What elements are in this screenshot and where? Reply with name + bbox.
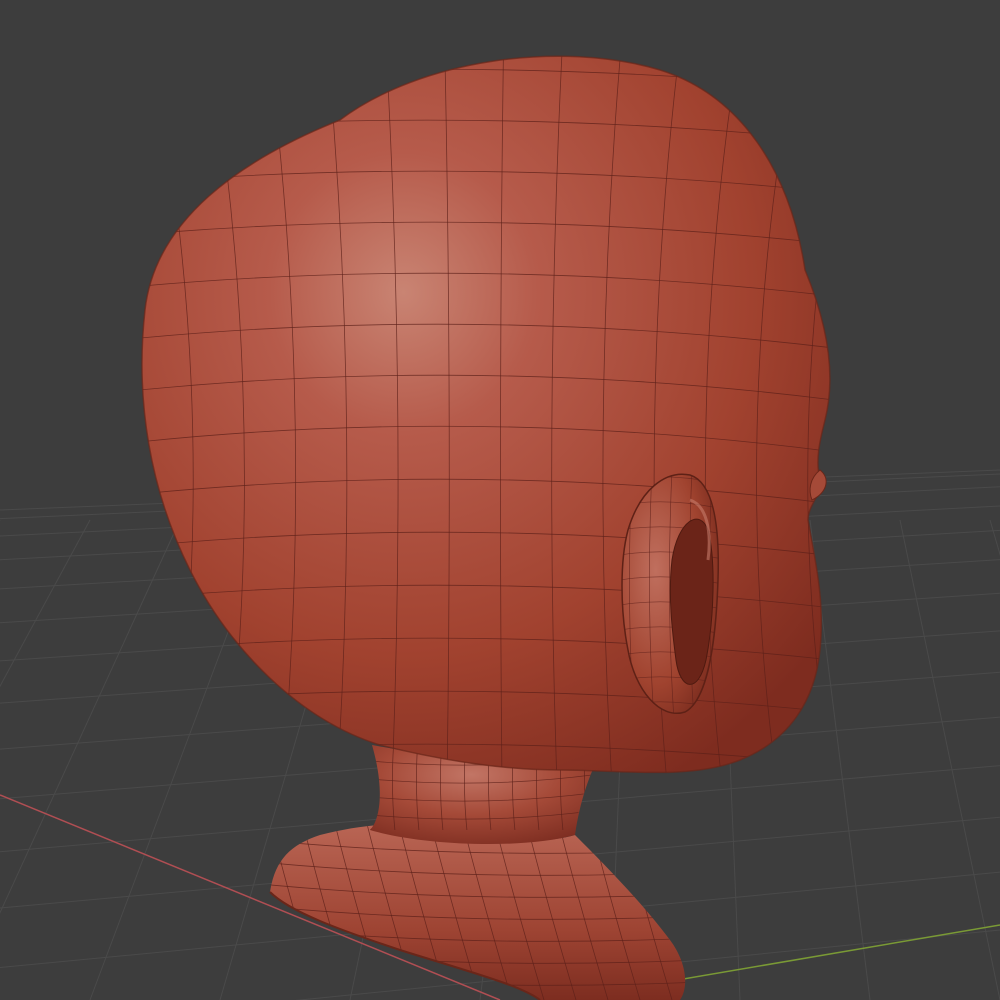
grid-line bbox=[0, 519, 91, 688]
3d-viewport[interactable] bbox=[0, 0, 1000, 1000]
head-mesh[interactable] bbox=[91, 40, 858, 1000]
grid-line bbox=[989, 519, 1000, 557]
shoulder-base[interactable] bbox=[260, 820, 736, 1000]
viewport-canvas[interactable] bbox=[0, 0, 1000, 1000]
cranium[interactable] bbox=[91, 40, 858, 800]
grid-line bbox=[0, 519, 181, 914]
